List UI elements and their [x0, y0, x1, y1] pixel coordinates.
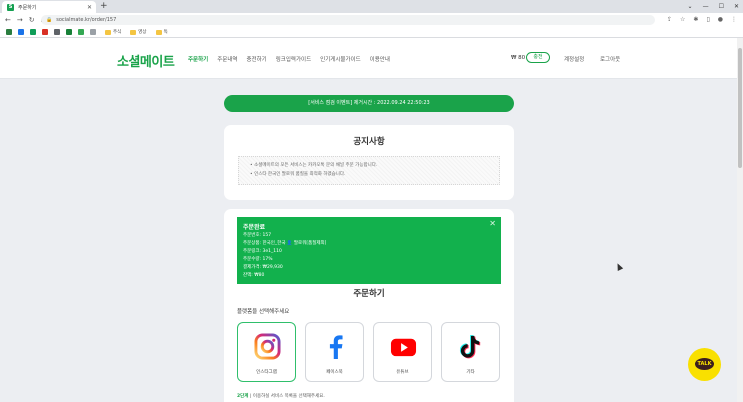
profile-icon[interactable]: ● [718, 15, 723, 25]
bookmark-star-icon[interactable]: ☆ [680, 15, 685, 25]
new-tab-button[interactable]: + [100, 1, 108, 12]
platform-label: 유튜브 [396, 370, 409, 375]
toast-order-product: 주문상품: 한국인_한국 👤 팔로워[품질제외] [243, 241, 327, 246]
event-banner: [서비스 점검 이벤트] 제거시간 : 2022.09.24 22:50:23 [224, 95, 514, 112]
bookmark-folder-0[interactable]: 주식 [105, 29, 121, 35]
nav-order-history[interactable]: 주문내역 [217, 55, 237, 63]
balance-amount: ₩ 80 [511, 55, 526, 61]
share-icon[interactable]: ⇪ [667, 15, 672, 25]
bookmark-icon[interactable] [42, 29, 48, 35]
step-two-instruction: 2단계 | 이용하실 서비스 목록을 선택해주세요. [237, 393, 325, 399]
kakaotalk-chat-button[interactable]: TALK [688, 348, 721, 381]
close-tab-icon[interactable]: ✕ [87, 4, 92, 11]
browser-toolbar: ⇪ ☆ ✱ ▯ ● ⋮ [667, 15, 737, 25]
page-scrollbar[interactable] [737, 38, 743, 402]
order-complete-toast: 주문완료 주문번호: 157 주문상품: 한국인_한국 👤 팔로워[품질제외] … [237, 217, 501, 284]
notice-line: • 인스타 한국인 팔로워 품질을 최적화 하였습니다. [250, 172, 346, 177]
bookmark-icon[interactable] [30, 29, 36, 35]
mouse-cursor-icon [614, 262, 624, 271]
bookmark-icon[interactable] [6, 29, 12, 35]
forward-icon[interactable]: → [17, 15, 23, 25]
tab-search-icon[interactable]: ⌄ [688, 1, 693, 12]
order-title: 주문하기 [353, 289, 385, 299]
site-logo[interactable]: 소셜메이트 [117, 51, 175, 70]
folder-icon [155, 29, 162, 35]
order-card: 주문완료 주문번호: 157 주문상품: 한국인_한국 👤 팔로워[품질제외] … [224, 209, 514, 402]
step-text: 이용하실 서비스 목록을 선택해주세요. [252, 394, 325, 399]
minimize-icon[interactable]: — [703, 1, 709, 12]
notice-card: 공지사항 • 소셜메이트의 모든 서비스는 카카오톡 문의 채널 주문 가능합니… [224, 125, 514, 200]
nav-link-guide[interactable]: 링크입력가이드 [276, 55, 311, 63]
nav-charge[interactable]: 충전하기 [247, 55, 267, 63]
tab-title: 주문하기 [18, 4, 37, 11]
site-header: 소셜메이트 주문하기 주문내역 충전하기 링크입력가이드 인기게시물가이드 이용… [0, 38, 737, 79]
nav-order[interactable]: 주문하기 [188, 55, 208, 63]
bookmark-folder-2[interactable]: 독 [155, 29, 168, 35]
toast-order-quantity: 주문수량: 17% [243, 257, 273, 262]
bookmark-icon[interactable] [90, 29, 96, 35]
toast-order-price: 결제가격: ₩29,930 [243, 265, 283, 270]
toast-order-link: 주문링크: 3e1_110 [243, 249, 282, 254]
lock-icon: 🔒 [46, 17, 53, 23]
url-field[interactable]: 🔒 socialmate.kr/order/157 [41, 15, 655, 25]
scrollbar-thumb[interactable] [738, 48, 742, 168]
sidebar-icon[interactable]: ▯ [706, 15, 709, 25]
menu-icon[interactable]: ⋮ [731, 15, 737, 25]
step-label: 2단계 [237, 394, 249, 399]
close-window-icon[interactable]: ✕ [734, 1, 739, 12]
bookmark-folder-1[interactable]: 영상 [130, 29, 147, 35]
maximize-icon[interactable]: ☐ [719, 1, 724, 12]
browser-address-bar: ← → ↻ ⌂ 🔒 socialmate.kr/order/157 ⇪ ☆ ✱ … [0, 13, 743, 27]
tiktok-icon [459, 335, 481, 359]
nav-usage-guide[interactable]: 이용안내 [370, 55, 390, 63]
platform-label: 기타 [466, 370, 475, 375]
bookmark-icon[interactable] [18, 29, 24, 35]
site-favicon-icon: S [7, 3, 14, 11]
folder-icon [130, 29, 137, 35]
platform-other[interactable]: 기타 [441, 322, 500, 382]
window-controls: ⌄ — ☐ ✕ [688, 1, 739, 12]
platform-instagram[interactable]: 인스타그램 [237, 322, 296, 382]
platform-label: 페이스북 [326, 370, 343, 375]
nav-controls: ← → ↻ ⌂ [5, 15, 45, 25]
toast-title: 주문완료 [243, 224, 266, 231]
toast-order-number: 주문번호: 157 [243, 233, 272, 238]
facebook-icon [329, 335, 343, 360]
browser-tab[interactable]: S 주문하기 ✕ [2, 1, 96, 13]
extension-icon[interactable]: ✱ [693, 15, 698, 25]
back-icon[interactable]: ← [5, 15, 11, 25]
account-settings-link[interactable]: 계정설정 [564, 55, 584, 63]
close-icon[interactable]: ✕ [489, 219, 496, 228]
logout-link[interactable]: 로그아웃 [600, 55, 620, 63]
bookmark-icon[interactable] [78, 29, 84, 35]
browser-tab-bar: S 주문하기 ✕ + ⌄ — ☐ ✕ [0, 0, 743, 13]
folder-icon [105, 29, 111, 35]
kakaotalk-icon: TALK [695, 358, 714, 370]
instagram-icon [254, 333, 281, 360]
nav-popular-post-guide[interactable]: 인기게시물가이드 [320, 55, 360, 63]
platform-facebook[interactable]: 페이스북 [305, 322, 364, 382]
notice-line: • 소셜메이트의 모든 서비스는 카카오톡 문의 채널 주문 가능합니다. [250, 163, 378, 168]
bookmark-icon[interactable] [54, 29, 60, 35]
bookmarks-bar: 주식 영상 독 [0, 27, 743, 38]
charge-button[interactable]: 충전 [526, 52, 550, 63]
bookmark-icon[interactable] [66, 29, 72, 35]
notice-title: 공지사항 [353, 137, 385, 147]
main-nav: 주문하기 주문내역 충전하기 링크입력가이드 인기게시물가이드 이용안내 [188, 55, 399, 63]
youtube-icon [390, 338, 417, 357]
url-text: socialmate.kr/order/157 [56, 17, 117, 23]
platform-label: 인스타그램 [256, 370, 277, 375]
platform-youtube[interactable]: 유튜브 [373, 322, 432, 382]
toast-balance: 잔액: ₩80 [243, 273, 265, 278]
reload-icon[interactable]: ↻ [29, 15, 35, 25]
platform-prompt: 플랫폼을 선택해주세요 [237, 309, 290, 315]
